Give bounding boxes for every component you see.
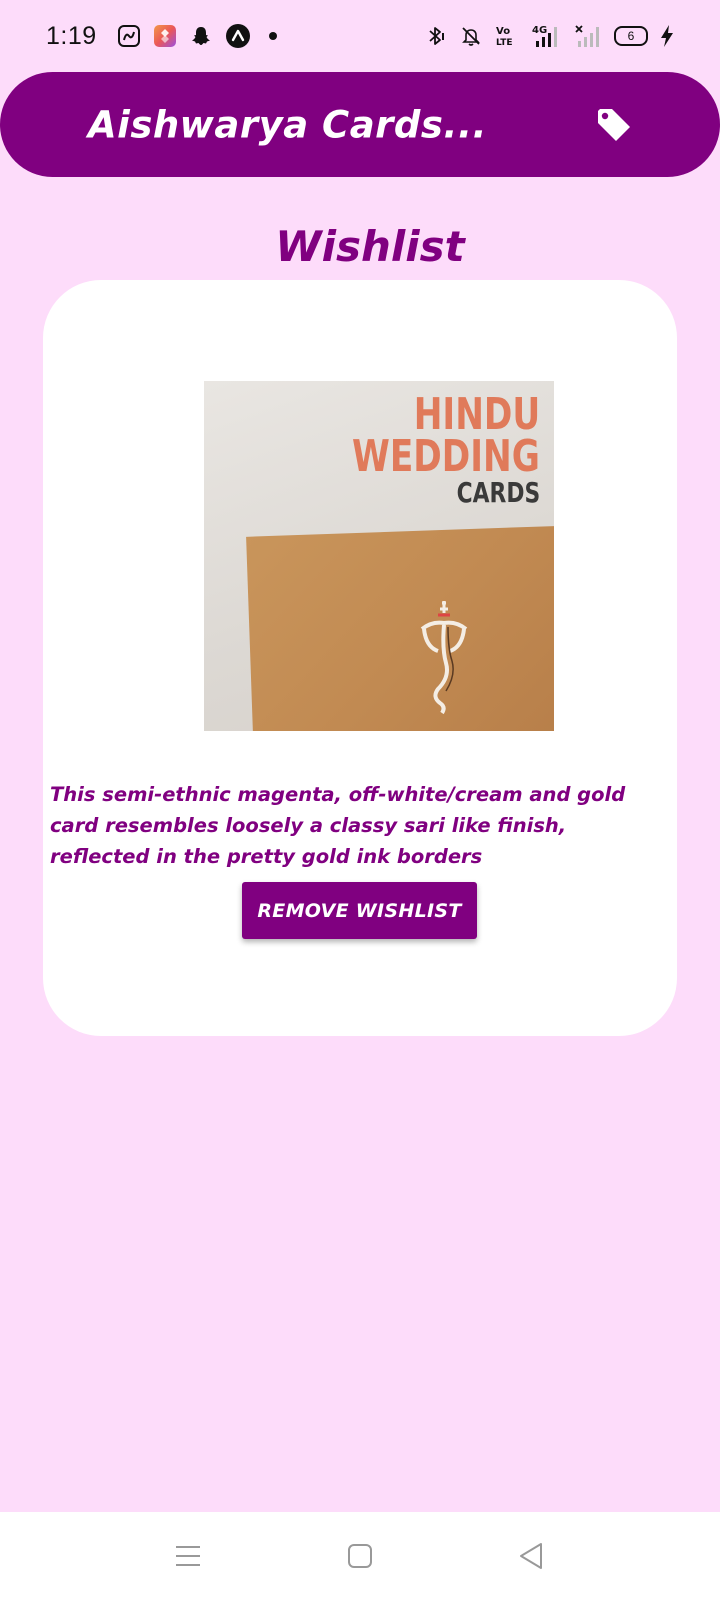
product-image[interactable]: HINDU WEDDING CARDS bbox=[204, 381, 554, 731]
signal-4g-icon: 4G bbox=[532, 23, 562, 49]
arrow-app-icon bbox=[225, 23, 251, 49]
card-description: This semi-ethnic magenta, off-white/crea… bbox=[50, 783, 626, 868]
gold-envelope bbox=[246, 525, 554, 731]
mute-icon bbox=[460, 25, 482, 47]
status-left: 1:19 bbox=[46, 22, 283, 51]
battery-icon: 6 bbox=[614, 26, 648, 46]
bluetooth-icon bbox=[424, 24, 448, 48]
navigation-bar bbox=[0, 1512, 720, 1600]
app-title: Aishwarya Cards... bbox=[88, 103, 488, 146]
shortcut-app-icon bbox=[153, 24, 177, 48]
charging-icon bbox=[660, 24, 674, 48]
status-time: 1:19 bbox=[46, 21, 97, 50]
tag-icon[interactable] bbox=[592, 103, 636, 147]
back-icon[interactable] bbox=[501, 1526, 561, 1586]
ganesha-emblem-icon bbox=[412, 599, 476, 723]
battery-level: 6 bbox=[614, 26, 648, 46]
wishlist-card: HINDU WEDDING CARDS This semi-ethnic mag… bbox=[43, 280, 677, 1036]
page-title: Wishlist bbox=[275, 222, 465, 271]
volte-icon: Vo LTE bbox=[494, 24, 520, 48]
svg-text:LTE: LTE bbox=[496, 38, 513, 48]
network-type-label: 4G bbox=[532, 25, 547, 36]
status-bar: 1:19 Vo LTE 4G 6 bbox=[0, 0, 720, 72]
home-icon[interactable] bbox=[330, 1526, 390, 1586]
image-text-cards: CARDS bbox=[456, 476, 540, 509]
app-header: Aishwarya Cards... bbox=[0, 72, 720, 177]
signal-no-service-icon bbox=[574, 23, 602, 49]
remove-wishlist-button[interactable]: REMOVE WISHLIST bbox=[242, 882, 477, 939]
notification-dot bbox=[263, 26, 283, 46]
svg-text:Vo: Vo bbox=[496, 26, 510, 37]
status-right: Vo LTE 4G 6 bbox=[424, 23, 674, 49]
image-text-wedding: WEDDING bbox=[352, 431, 540, 482]
snapchat-icon bbox=[189, 24, 213, 48]
menu-icon[interactable] bbox=[158, 1526, 218, 1586]
jiosaavn-icon bbox=[117, 24, 141, 48]
